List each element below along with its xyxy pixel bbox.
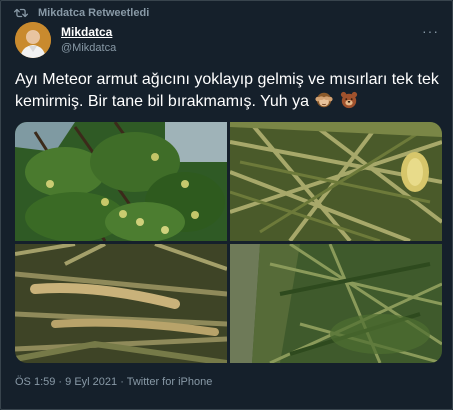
- tweet-time[interactable]: ÖS 1:59: [15, 376, 55, 388]
- tweet-card: Mikdatca Retweetledi Mikdatca @Mikdatca …: [0, 0, 453, 410]
- meta-separator: ·: [58, 376, 63, 388]
- tweet-source[interactable]: Twitter for iPhone: [127, 376, 213, 388]
- photo-pear-tree[interactable]: [15, 122, 227, 241]
- photo-trampled-corn-field[interactable]: [230, 244, 442, 363]
- tweet-body: Ayı Meteor armut ağıcını yoklayıp gelmiş…: [15, 71, 439, 110]
- retweet-label: Mikdatca Retweetledi: [38, 7, 150, 19]
- retweet-header[interactable]: Mikdatca Retweetledi: [14, 5, 149, 21]
- meta-separator: ·: [120, 376, 124, 388]
- photo-chewed-corn-cobs[interactable]: [15, 244, 227, 363]
- avatar[interactable]: [15, 22, 51, 58]
- photo-damaged-corn-stalks[interactable]: [230, 122, 442, 241]
- author-handle: @Mikdatca: [61, 42, 117, 54]
- retweet-icon: [14, 7, 28, 19]
- tweet-meta: ÖS 1:59 · 9 Eyl 2021 · Twitter for iPhon…: [15, 376, 212, 388]
- tweet-text: Ayı Meteor armut ağıcını yoklayıp gelmiş…: [15, 69, 443, 116]
- bear-face-icon: [340, 91, 358, 116]
- see-no-evil-monkey-icon: [315, 91, 334, 116]
- media-grid: [15, 122, 442, 363]
- author-name[interactable]: Mikdatca: [61, 25, 112, 39]
- more-options-icon[interactable]: ···: [422, 23, 438, 39]
- tweet-date[interactable]: 9 Eyl 2021: [65, 376, 117, 388]
